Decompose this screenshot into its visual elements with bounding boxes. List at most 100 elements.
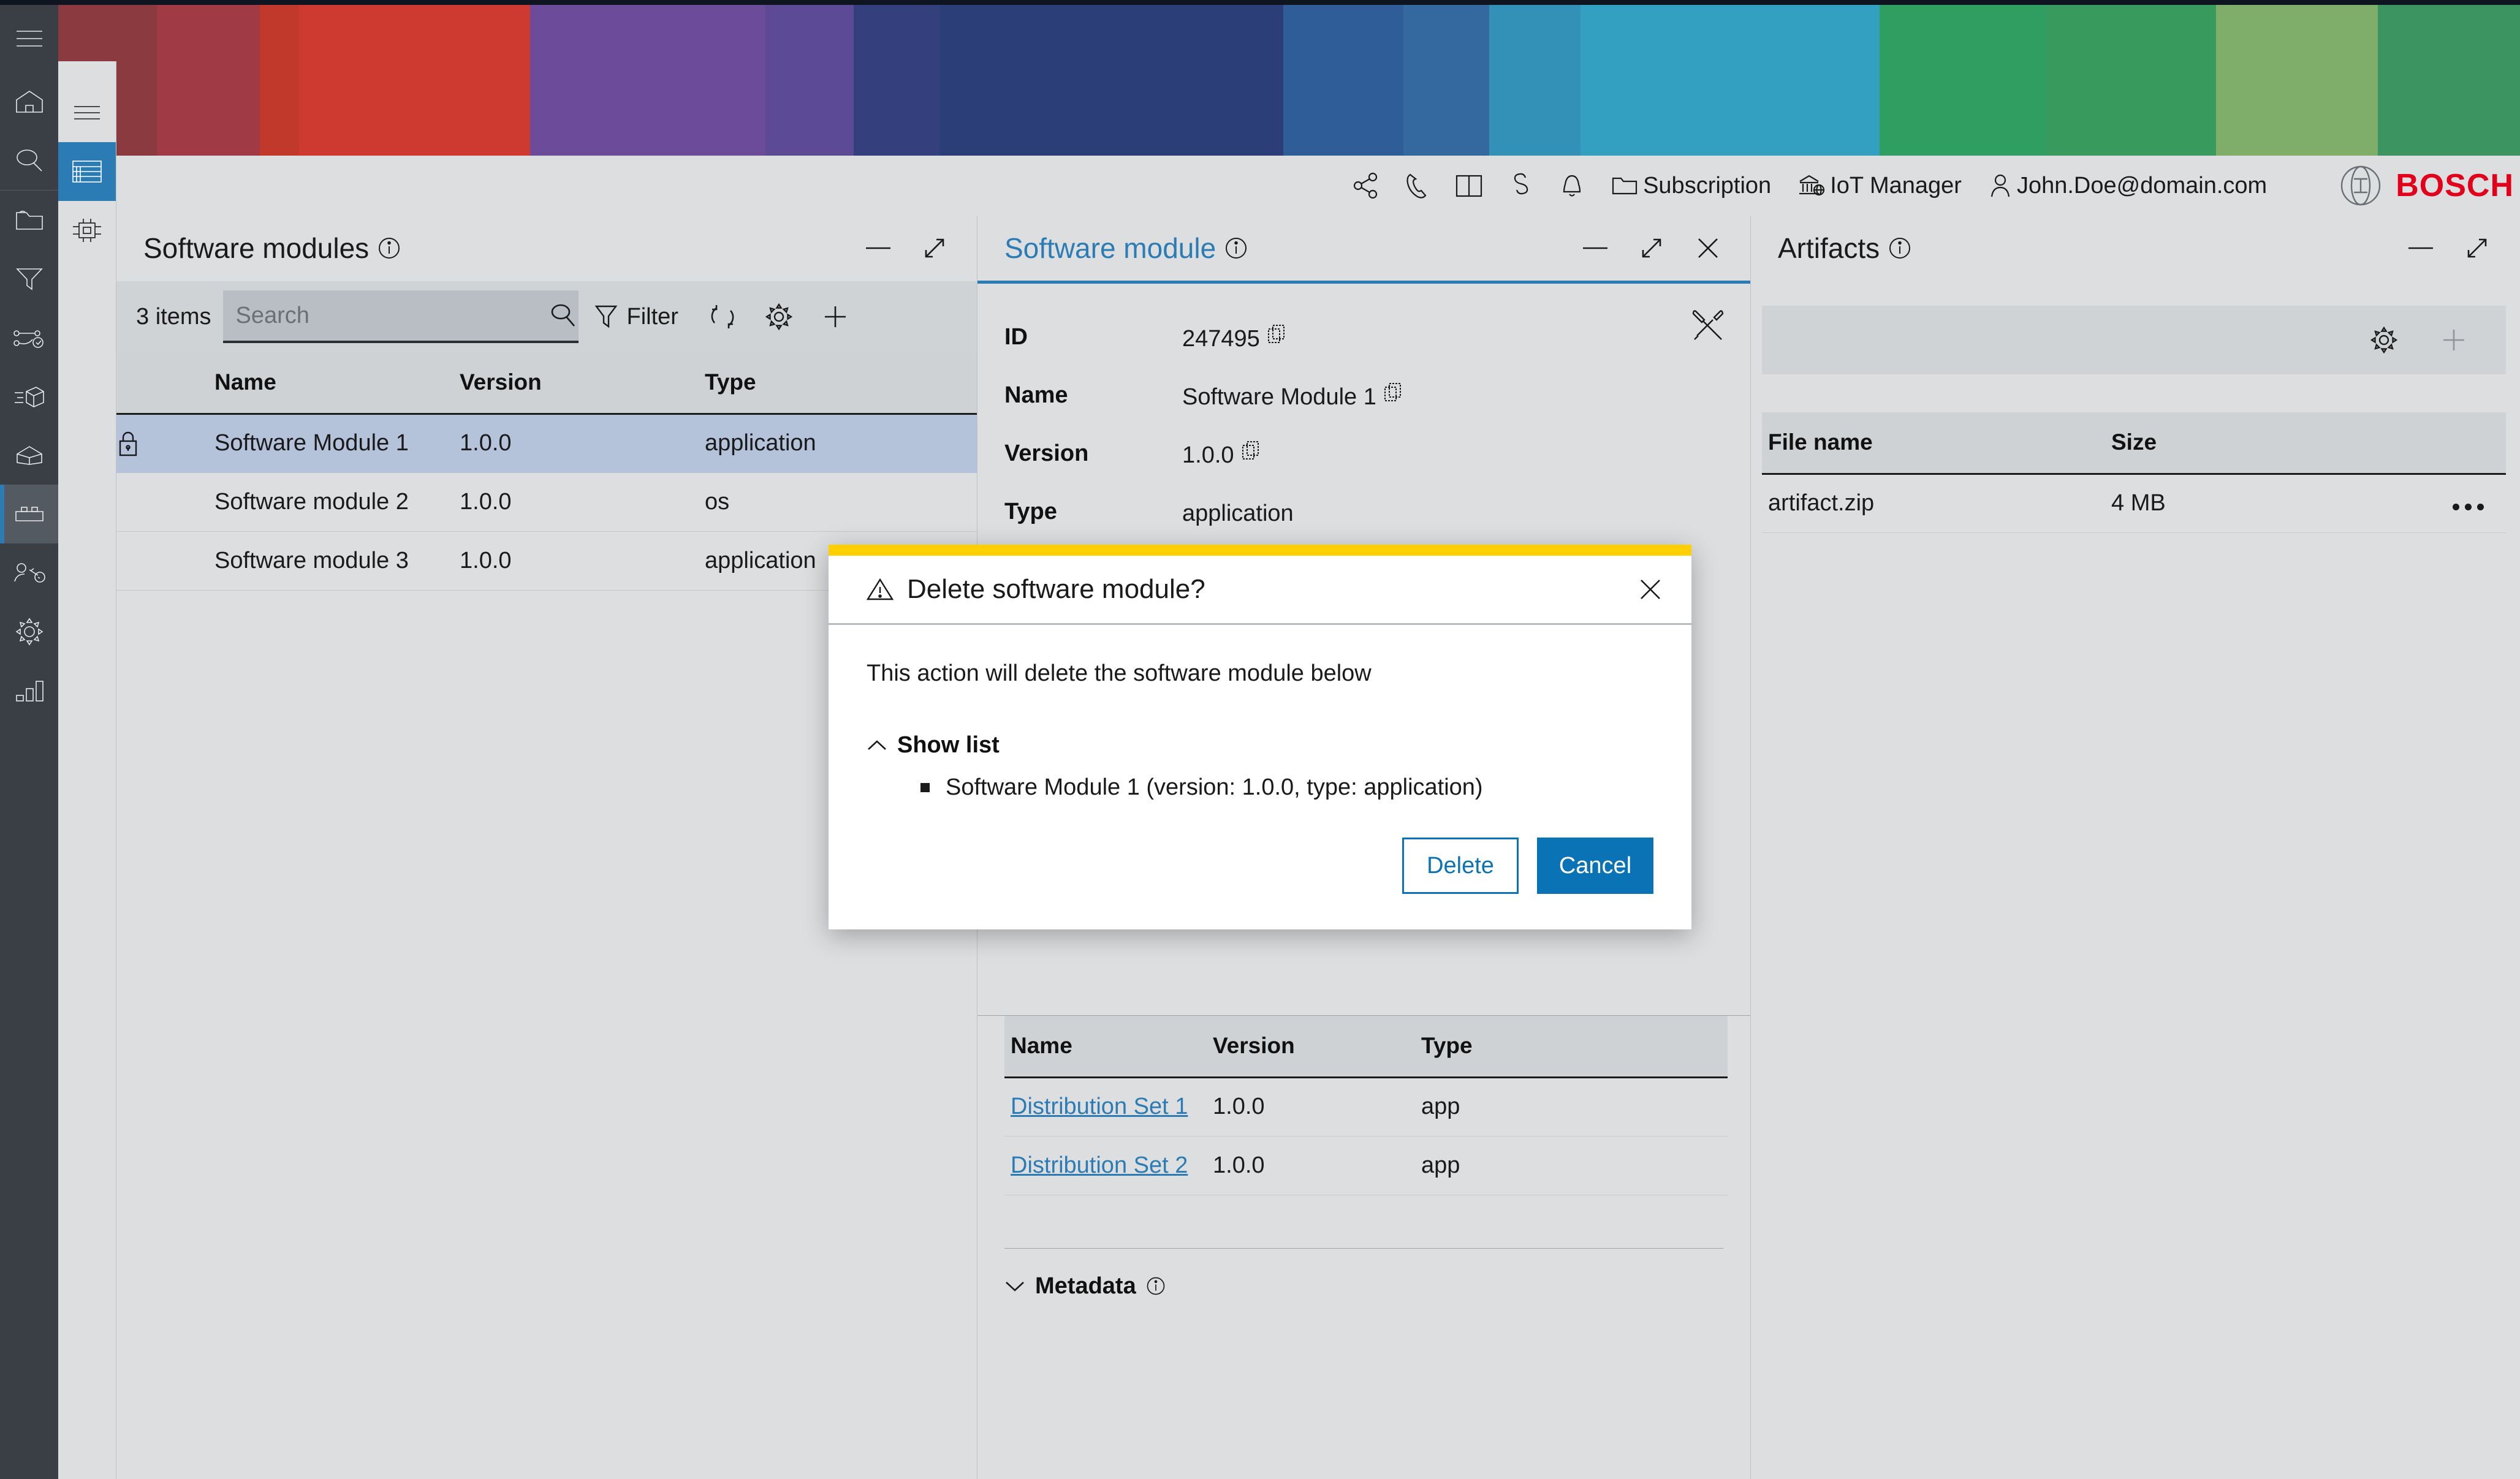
table-row[interactable]: artifact.zip 4 MB — [1762, 474, 2506, 533]
bell-icon[interactable] — [1546, 164, 1598, 207]
brand-band-segment — [1489, 5, 1581, 156]
field-id: ID 247495 — [977, 322, 1750, 357]
copy-icon[interactable] — [1242, 438, 1260, 460]
table-row[interactable]: Software module 2 1.0.0 os — [116, 472, 977, 532]
info-icon[interactable] — [1146, 1276, 1166, 1296]
share-icon[interactable] — [1340, 164, 1392, 207]
close-button[interactable] — [1689, 229, 1727, 267]
home-icon[interactable] — [0, 72, 58, 131]
copy-icon[interactable] — [1267, 322, 1286, 344]
dialog-accent-bar — [829, 545, 1691, 556]
search-icon[interactable] — [0, 131, 58, 190]
show-list-toggle[interactable]: Show list — [867, 732, 1653, 758]
filter-button[interactable]: Filter — [579, 290, 694, 343]
folder-icon[interactable] — [0, 191, 58, 249]
hamburger-menu-icon[interactable] — [0, 5, 58, 72]
maximize-button[interactable] — [2458, 229, 2496, 267]
accent-stripe-segment — [1580, 0, 1880, 5]
book-icon[interactable] — [1443, 164, 1495, 207]
user-menu[interactable]: John.Doe@domain.com — [1975, 173, 2280, 199]
brand-band-segment — [529, 5, 766, 156]
copy-icon[interactable] — [1384, 380, 1402, 402]
accent-stripe-segment — [1489, 0, 1581, 5]
brand-band-segment — [1283, 5, 1404, 156]
table-row[interactable]: Distribution Set 1 1.0.0 app — [1004, 1077, 1728, 1137]
brand-band-segment — [2046, 5, 2216, 156]
filter-icon[interactable] — [0, 249, 58, 308]
table-row[interactable]: Software Module 1 1.0.0 application — [116, 414, 977, 473]
user-key-icon[interactable] — [0, 543, 58, 602]
subscription-label: Subscription — [1643, 172, 1772, 199]
brand-band-segment — [2215, 5, 2378, 156]
package-ship-icon[interactable] — [0, 367, 58, 426]
affected-items-list: Software Module 1 (version: 1.0.0, type:… — [920, 774, 1653, 801]
table-view-icon[interactable] — [58, 142, 116, 201]
search-icon[interactable] — [547, 289, 579, 342]
distribution-set-link[interactable]: Distribution Set 2 — [1011, 1152, 1188, 1178]
info-icon[interactable] — [1888, 236, 1911, 260]
tools-icon[interactable] — [1688, 304, 1728, 345]
lock-placeholder — [116, 531, 208, 591]
accent-stripe-segment — [529, 0, 766, 5]
warning-triangle-icon — [867, 577, 894, 602]
panel-title-text: Software modules — [143, 232, 370, 264]
col-lock — [116, 352, 208, 415]
brand-color-band — [0, 5, 2520, 156]
maximize-button[interactable] — [916, 229, 954, 267]
search-field[interactable] — [223, 290, 579, 343]
close-icon[interactable] — [1630, 569, 1671, 610]
header-tools: Subscription IoT Manager John.Doe@domain… — [1340, 164, 2302, 207]
section-icon[interactable] — [1495, 164, 1546, 207]
more-actions-icon[interactable] — [2453, 504, 2500, 510]
cell-version: 1.0.0 — [454, 531, 699, 591]
panel-header: Artifacts — [1751, 216, 2519, 281]
cancel-button[interactable]: Cancel — [1537, 838, 1653, 894]
primary-navigation-rail — [0, 5, 58, 1479]
cell-name: Software module 3 — [208, 531, 454, 591]
phone-icon[interactable] — [1392, 164, 1443, 207]
dialog-body: This action will delete the software mod… — [829, 625, 1691, 838]
metadata-section-toggle[interactable]: Metadata — [977, 1249, 1750, 1299]
minimize-button[interactable] — [2402, 229, 2440, 267]
bank-globe-icon — [1798, 174, 1825, 197]
chip-icon[interactable] — [58, 201, 116, 260]
info-icon[interactable] — [1224, 236, 1248, 260]
sidebar-item-software-modules[interactable] — [0, 485, 58, 543]
field-name: Name Software Module 1 — [977, 380, 1750, 415]
bar-chart-icon[interactable] — [0, 661, 58, 720]
cell-type: app — [1415, 1077, 1728, 1137]
col-type: Type — [1415, 1016, 1728, 1078]
table-row[interactable]: Distribution Set 2 1.0.0 app — [1004, 1136, 1728, 1195]
search-input[interactable] — [223, 290, 548, 341]
distribution-set-link[interactable]: Distribution Set 1 — [1011, 1094, 1188, 1119]
gear-icon[interactable] — [0, 602, 58, 661]
user-icon — [1989, 173, 2012, 199]
cell-actions — [2393, 474, 2506, 533]
bosch-supergraphic-icon — [2339, 164, 2382, 207]
maximize-button[interactable] — [1633, 229, 1671, 267]
accent-stripe-segment — [854, 0, 940, 5]
add-artifact-button[interactable] — [2430, 316, 2478, 364]
bosch-logo: BOSCH — [2302, 164, 2520, 207]
brand-band-segment — [1879, 5, 2047, 156]
refresh-button[interactable] — [694, 290, 751, 343]
hamburger-menu-icon[interactable] — [58, 83, 116, 142]
settings-gear-icon[interactable] — [751, 290, 807, 343]
add-button[interactable] — [807, 290, 863, 343]
info-icon[interactable] — [378, 236, 401, 260]
dialog-message: This action will delete the software mod… — [867, 660, 1372, 686]
package-open-icon[interactable] — [0, 426, 58, 485]
rollout-icon[interactable] — [0, 308, 58, 367]
field-value-wrap: Software Module 1 — [1182, 380, 1402, 415]
iot-manager-menu[interactable]: IoT Manager — [1785, 173, 1975, 199]
subscription-menu[interactable]: Subscription — [1598, 173, 1785, 199]
settings-gear-icon[interactable] — [2360, 316, 2408, 364]
user-email-label: John.Doe@domain.com — [2016, 172, 2268, 199]
cell-name: Software Module 1 — [208, 414, 454, 473]
distribution-sets-table: Name Version Type Distribution Set 1 1.0… — [1004, 1016, 1728, 1195]
delete-button[interactable]: Delete — [1402, 838, 1519, 894]
minimize-button[interactable] — [859, 229, 897, 267]
minimize-button[interactable] — [1576, 229, 1614, 267]
accent-stripe-segment — [260, 0, 300, 5]
field-value: application — [1182, 501, 1294, 526]
